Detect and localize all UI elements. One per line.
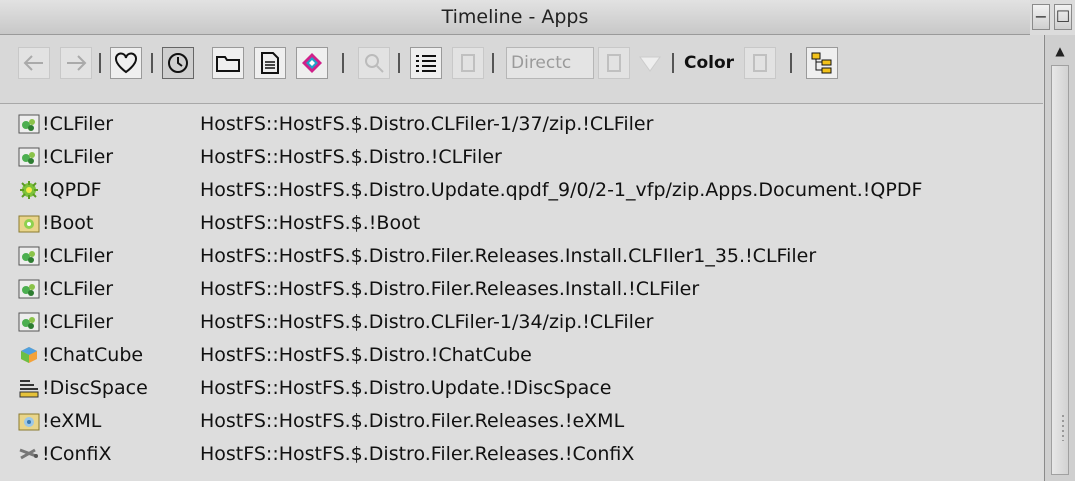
qpdf-icon <box>18 180 40 200</box>
color-toggle-button[interactable] <box>744 47 776 79</box>
results-list: !CLFilerHostFS::HostFS.$.Distro.CLFiler-… <box>0 104 1043 481</box>
clfiler-icon <box>18 114 40 134</box>
scroll-grip-icon <box>1062 415 1064 441</box>
confix-icon <box>18 444 40 464</box>
clock-icon[interactable] <box>162 47 194 79</box>
item-path: HostFS::HostFS.$.Distro.Filer.Releases.!… <box>200 410 625 432</box>
list-item[interactable]: !ConfiX HostFS::HostFS.$.Distro.Filer.Rel… <box>0 437 1043 471</box>
item-name: !ConfiX <box>42 443 112 465</box>
list-item[interactable]: !QPDF HostFS::HostFS.$.Distro.Update.qpdf… <box>0 173 1043 207</box>
list-item[interactable]: !eXML HostFS::HostFS.$.Distro.Filer.Relea… <box>0 404 1043 438</box>
scroll-up-icon[interactable]: ▲ <box>1049 41 1071 63</box>
tree-icon[interactable] <box>806 47 838 79</box>
item-path: HostFS::HostFS.$.Distro.Filer.Releases.I… <box>200 245 817 267</box>
clfiler-icon <box>18 279 40 299</box>
list-item[interactable]: !CLFiler HostFS::HostFS.$.Distro.Filer.Re… <box>0 239 1043 273</box>
list-item[interactable]: !ChatCube HostFS::HostFS.$.Distro.!ChatCu… <box>0 338 1043 372</box>
toolbar-separator <box>151 53 153 73</box>
toolbar-separator <box>790 53 792 73</box>
title-bar[interactable]: Timeline - Apps <box>0 0 1030 35</box>
document-icon[interactable] <box>254 47 286 79</box>
list-item[interactable]: !Boot HostFS::HostFS.$.!Boot <box>0 206 1043 240</box>
item-name: !CLFiler <box>42 278 114 300</box>
item-path: HostFS::HostFS.$.Distro.Update.qpdf_9/0/… <box>200 179 923 201</box>
item-path: HostFS::HostFS.$.Distro.!CLFiler <box>200 146 502 168</box>
heart-icon[interactable] <box>110 47 142 79</box>
list-item[interactable]: !CLFiler HostFS::HostFS.$.Distro.CLFiler-… <box>0 107 1043 141</box>
folder-icon[interactable] <box>212 47 244 79</box>
item-path: HostFS::HostFS.$.!Boot <box>200 212 421 234</box>
item-name: !CLFiler <box>42 311 114 333</box>
toolbar-separator <box>492 53 494 73</box>
clfiler-icon <box>18 312 40 332</box>
item-path: HostFS::HostFS.$.Distro.CLFiler-1/34/zip… <box>200 311 654 333</box>
search-icon[interactable] <box>358 47 390 79</box>
window-title: Timeline - Apps <box>441 6 589 28</box>
toolbar-separator <box>342 53 344 73</box>
item-path: HostFS::HostFS.$.Distro.Filer.Releases.!… <box>200 443 635 465</box>
item-name: !Boot <box>42 212 94 234</box>
back-arrow-icon[interactable] <box>18 47 50 79</box>
list-item[interactable]: !CLFiler HostFS::HostFS.$.Distro.CLFiler-… <box>0 305 1043 339</box>
toolbar-separator <box>672 53 674 73</box>
item-name: !CLFiler <box>42 113 114 135</box>
item-path: HostFS::HostFS.$.Distro.!ChatCube <box>200 344 532 366</box>
list-view-icon[interactable] <box>410 47 442 79</box>
scroll-thumb[interactable] <box>1051 65 1069 475</box>
toolbar-separator <box>99 53 101 73</box>
directory-option-button[interactable] <box>598 47 630 79</box>
empty-toggle-button[interactable] <box>452 47 484 79</box>
item-path: HostFS::HostFS.$.Distro.CLFiler-1/37/zip… <box>200 113 654 135</box>
vertical-scrollbar[interactable]: ▲ <box>1044 35 1075 481</box>
directory-field[interactable]: Directc <box>506 47 594 79</box>
app-cube-icon[interactable] <box>296 47 328 79</box>
item-path: HostFS::HostFS.$.Distro.Update.!DiscSpac… <box>200 377 612 399</box>
maximise-button[interactable]: ☐ <box>1054 4 1072 30</box>
item-name: !CLFiler <box>42 146 114 168</box>
dropdown-chevron-icon[interactable] <box>636 47 664 79</box>
exml-icon <box>18 411 40 431</box>
list-item[interactable]: !DiscSpace HostFS::HostFS.$.Distro.Update… <box>0 371 1043 405</box>
chatcube-icon <box>18 345 40 365</box>
item-name: !DiscSpace <box>42 377 148 399</box>
item-name: !CLFiler <box>42 245 114 267</box>
clfiler-icon <box>18 246 40 266</box>
color-label: Color <box>684 53 735 73</box>
discspace-icon <box>18 378 40 398</box>
minimise-button[interactable]: − <box>1032 4 1050 30</box>
item-name: !ChatCube <box>42 344 144 366</box>
toolbar: Directc Color <box>0 35 1043 104</box>
boot-icon <box>18 213 40 233</box>
item-path: HostFS::HostFS.$.Distro.Filer.Releases.I… <box>200 278 700 300</box>
item-name: !eXML <box>42 410 102 432</box>
list-item[interactable]: !CLFiler HostFS::HostFS.$.Distro.Filer.Re… <box>0 272 1043 306</box>
list-item[interactable]: !CLFiler HostFS::HostFS.$.Distro.!CLFiler <box>0 140 1043 174</box>
toolbar-separator <box>398 53 400 73</box>
clfiler-icon <box>18 147 40 167</box>
forward-arrow-icon[interactable] <box>60 47 92 79</box>
item-name: !QPDF <box>42 179 102 201</box>
